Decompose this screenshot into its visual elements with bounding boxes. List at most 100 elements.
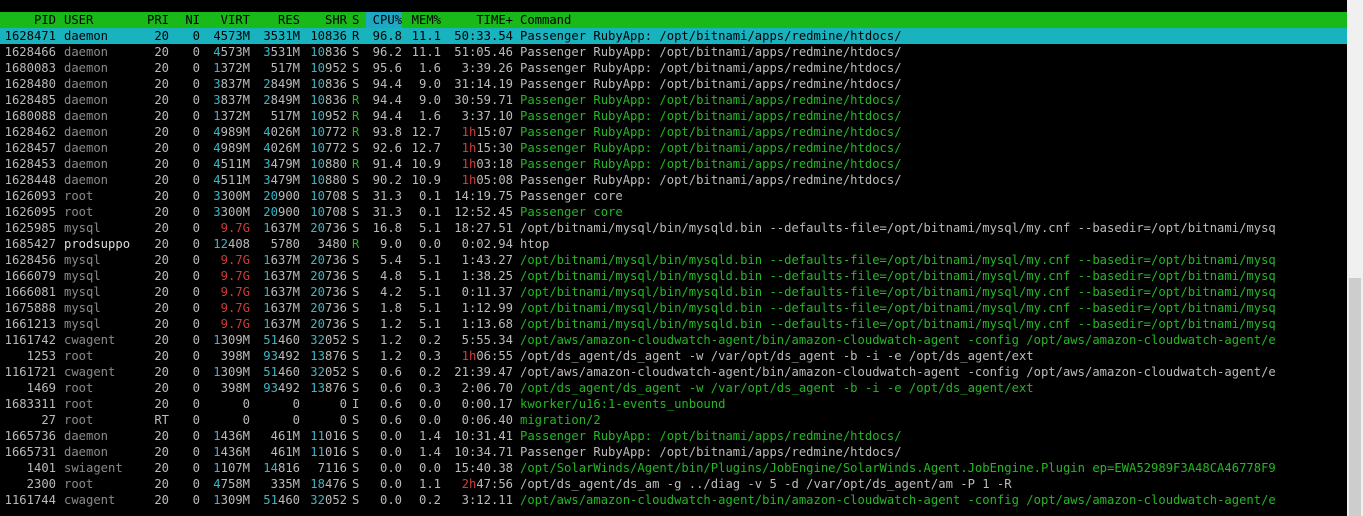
process-time: 51:05.46	[454, 45, 513, 59]
process-row[interactable]: 1665731 daemon 20 0 1436M 461M 11016 S 0.0 1.4 10:…	[0, 444, 1347, 460]
process-cmd: /opt/bitnami/mysql/bin/mysqld.bin --defa…	[520, 269, 1276, 283]
process-cpu: 92.6	[372, 141, 402, 155]
process-ni: 0	[192, 365, 200, 379]
process-time: 1h15:07	[461, 125, 513, 139]
process-user: daemon	[64, 173, 109, 187]
process-cpu: 0.6	[379, 381, 402, 395]
column-header-ni[interactable]: NI	[174, 12, 200, 28]
process-cmd: /opt/bitnami/mysql/bin/mysqld.bin --defa…	[520, 253, 1276, 267]
process-shr: 32052	[310, 333, 347, 347]
process-cpu: 90.2	[372, 173, 402, 187]
column-header-res[interactable]: RES	[254, 12, 300, 28]
process-pri: 20	[154, 189, 169, 203]
process-virt: 1372M	[213, 61, 250, 75]
process-user: prodsuppo	[64, 237, 131, 251]
process-row[interactable]: 1675888 mysql 20 0 9.7G 1637M 20736 S 1.8 5.1 1:12…	[0, 300, 1347, 316]
process-row[interactable]: 1628457 daemon 20 0 4989M 4026M 10772 S 92.6 12.7…	[0, 140, 1347, 156]
process-row[interactable]: 1661213 mysql 20 0 9.7G 1637M 20736 S 1.2 5.1 1:13…	[0, 316, 1347, 332]
process-user: root	[64, 205, 94, 219]
process-pri: 20	[154, 269, 169, 283]
htop-terminal[interactable]: PID USER PRI NI VIRT RES SHR S CPU% MEM% TIME+ Comm…	[0, 0, 1347, 516]
process-time: 1h05:08	[461, 173, 513, 187]
process-row[interactable]: 27 root RT 0 0 0 0 S 0.6 0.0 0:06.40 migration/2	[0, 412, 1347, 428]
process-ni: 0	[192, 141, 200, 155]
process-mem: 0.0	[418, 461, 441, 475]
process-row[interactable]: 1628485 daemon 20 0 3837M 2849M 10836 R 94.4 9.0 3…	[0, 92, 1347, 108]
column-header-shr[interactable]: SHR	[301, 12, 347, 28]
column-header-user[interactable]: USER	[64, 12, 144, 28]
column-header-pri[interactable]: PRI	[138, 12, 169, 28]
process-s: S	[352, 477, 360, 491]
process-user: mysql	[64, 301, 101, 315]
process-ni: 0	[192, 429, 200, 443]
process-virt: 4573M	[213, 29, 250, 43]
process-user: daemon	[64, 93, 109, 107]
process-s: S	[352, 445, 360, 459]
process-row[interactable]: 1625985 mysql 20 0 9.7G 1637M 20736 S 16.8 5.1 18:…	[0, 220, 1347, 236]
process-row[interactable]: 1628462 daemon 20 0 4989M 4026M 10772 R 93.8 12.7…	[0, 124, 1347, 140]
process-row[interactable]: 1628480 daemon 20 0 3837M 2849M 10836 S 94.4 9.0 3…	[0, 76, 1347, 92]
process-row[interactable]: 1469 root 20 0 398M 93492 13876 S 0.6 0.3 2:06.70 /…	[0, 380, 1347, 396]
process-table-header: PID USER PRI NI VIRT RES SHR S CPU% MEM% TIME+ Comm…	[0, 12, 1347, 28]
process-mem: 0.1	[418, 189, 441, 203]
process-row[interactable]: 1685427 prodsuppo 20 0 12408 5780 3480 R 9.0 0.0 0…	[0, 236, 1347, 252]
process-row[interactable]: 1665736 daemon 20 0 1436M 461M 11016 S 0.0 1.4 10:…	[0, 428, 1347, 444]
process-pid: 1469	[26, 381, 56, 395]
process-row[interactable]: 1161744 cwagent 20 0 1309M 51460 32052 S 0.0 0.2 3…	[0, 492, 1347, 508]
process-pid: 1666081	[4, 285, 56, 299]
process-res: 1637M	[263, 285, 300, 299]
process-row[interactable]: 1628466 daemon 20 0 4573M 3531M 10836 S 96.2 11.1…	[0, 44, 1347, 60]
process-row[interactable]: 1666079 mysql 20 0 9.7G 1637M 20736 S 4.8 5.1 1:38…	[0, 268, 1347, 284]
process-row[interactable]: 1683311 root 20 0 0 0 0 I 0.6 0.0 0:00.17 kworker/u…	[0, 396, 1347, 412]
process-row[interactable]: 1628453 daemon 20 0 4511M 3479M 10880 R 91.4 10.9…	[0, 156, 1347, 172]
process-pri: 20	[154, 445, 169, 459]
process-res: 93492	[263, 381, 300, 395]
process-cmd: /opt/bitnami/mysql/bin/mysqld.bin --defa…	[520, 317, 1276, 331]
process-row[interactable]: 1253 root 20 0 398M 93492 13876 S 1.2 0.3 1h06:55 /…	[0, 348, 1347, 364]
process-row[interactable]: 1666081 mysql 20 0 9.7G 1637M 20736 S 4.2 5.1 0:11…	[0, 284, 1347, 300]
process-user: mysql	[64, 253, 101, 267]
column-header-cpu[interactable]: CPU%	[366, 12, 402, 28]
process-row[interactable]: 1161742 cwagent 20 0 1309M 51460 32052 S 1.2 0.2 5…	[0, 332, 1347, 348]
process-ni: 0	[192, 445, 200, 459]
column-header-virt[interactable]: VIRT	[204, 12, 250, 28]
process-pid: 1626093	[4, 189, 56, 203]
process-time: 1h03:18	[461, 157, 513, 171]
process-pri: 20	[154, 205, 169, 219]
process-shr: 20736	[310, 317, 347, 331]
scrollbar-thumb[interactable]	[1349, 278, 1361, 516]
process-row[interactable]: 1628456 mysql 20 0 9.7G 1637M 20736 S 5.4 5.1 1:43…	[0, 252, 1347, 268]
process-cmd: /opt/ds_agent/ds_agent -w /var/opt/ds_ag…	[520, 349, 1034, 363]
process-row[interactable]: 1626093 root 20 0 3300M 20900 10708 S 31.3 0.1 14:…	[0, 188, 1347, 204]
process-virt: 0	[242, 397, 250, 411]
column-header-cmd[interactable]: Command	[520, 12, 1347, 28]
process-pid: 1628456	[4, 253, 56, 267]
column-header-s[interactable]: S	[352, 12, 362, 28]
process-cmd: /opt/bitnami/mysql/bin/mysqld.bin --defa…	[520, 285, 1276, 299]
process-ni: 0	[192, 173, 200, 187]
process-row[interactable]: 1680083 daemon 20 0 1372M 517M 10952 S 95.6 1.6 3:…	[0, 60, 1347, 76]
process-s: S	[352, 413, 360, 427]
column-header-mem[interactable]: MEM%	[405, 12, 441, 28]
process-row[interactable]: 2300 root 20 0 4758M 335M 18476 S 0.0 1.1 2h47:56 /…	[0, 476, 1347, 492]
process-row[interactable]: 1626095 root 20 0 3300M 20900 10708 S 31.3 0.1 12:…	[0, 204, 1347, 220]
vertical-scrollbar[interactable]	[1347, 0, 1363, 516]
process-mem: 10.9	[411, 173, 441, 187]
process-row[interactable]: 1628448 daemon 20 0 4511M 3479M 10880 S 90.2 10.9…	[0, 172, 1347, 188]
process-row[interactable]: 1401 swiagent 20 0 1107M 14816 7116 S 0.0 0.0 15:4…	[0, 460, 1347, 476]
process-user: daemon	[64, 109, 109, 123]
process-row[interactable]: 1680088 daemon 20 0 1372M 517M 10952 R 94.4 1.6 3:…	[0, 108, 1347, 124]
process-time: 30:59.71	[454, 93, 513, 107]
process-virt: 1372M	[213, 109, 250, 123]
process-row[interactable]: 1628471 daemon 20 0 4573M 3531M 10836 R 96.8 11.1…	[0, 28, 1347, 44]
column-header-time[interactable]: TIME+	[443, 12, 513, 28]
process-row[interactable]: 1161721 cwagent 20 0 1309M 51460 32052 S 0.6 0.2 2…	[0, 364, 1347, 380]
process-ni: 0	[192, 61, 200, 75]
process-shr: 10952	[310, 61, 347, 75]
process-user: root	[64, 349, 94, 363]
process-user: daemon	[64, 125, 109, 139]
column-header-pid[interactable]: PID	[0, 12, 56, 28]
process-ni: 0	[192, 461, 200, 475]
process-cpu: 1.8	[379, 301, 402, 315]
process-user: mysql	[64, 221, 101, 235]
